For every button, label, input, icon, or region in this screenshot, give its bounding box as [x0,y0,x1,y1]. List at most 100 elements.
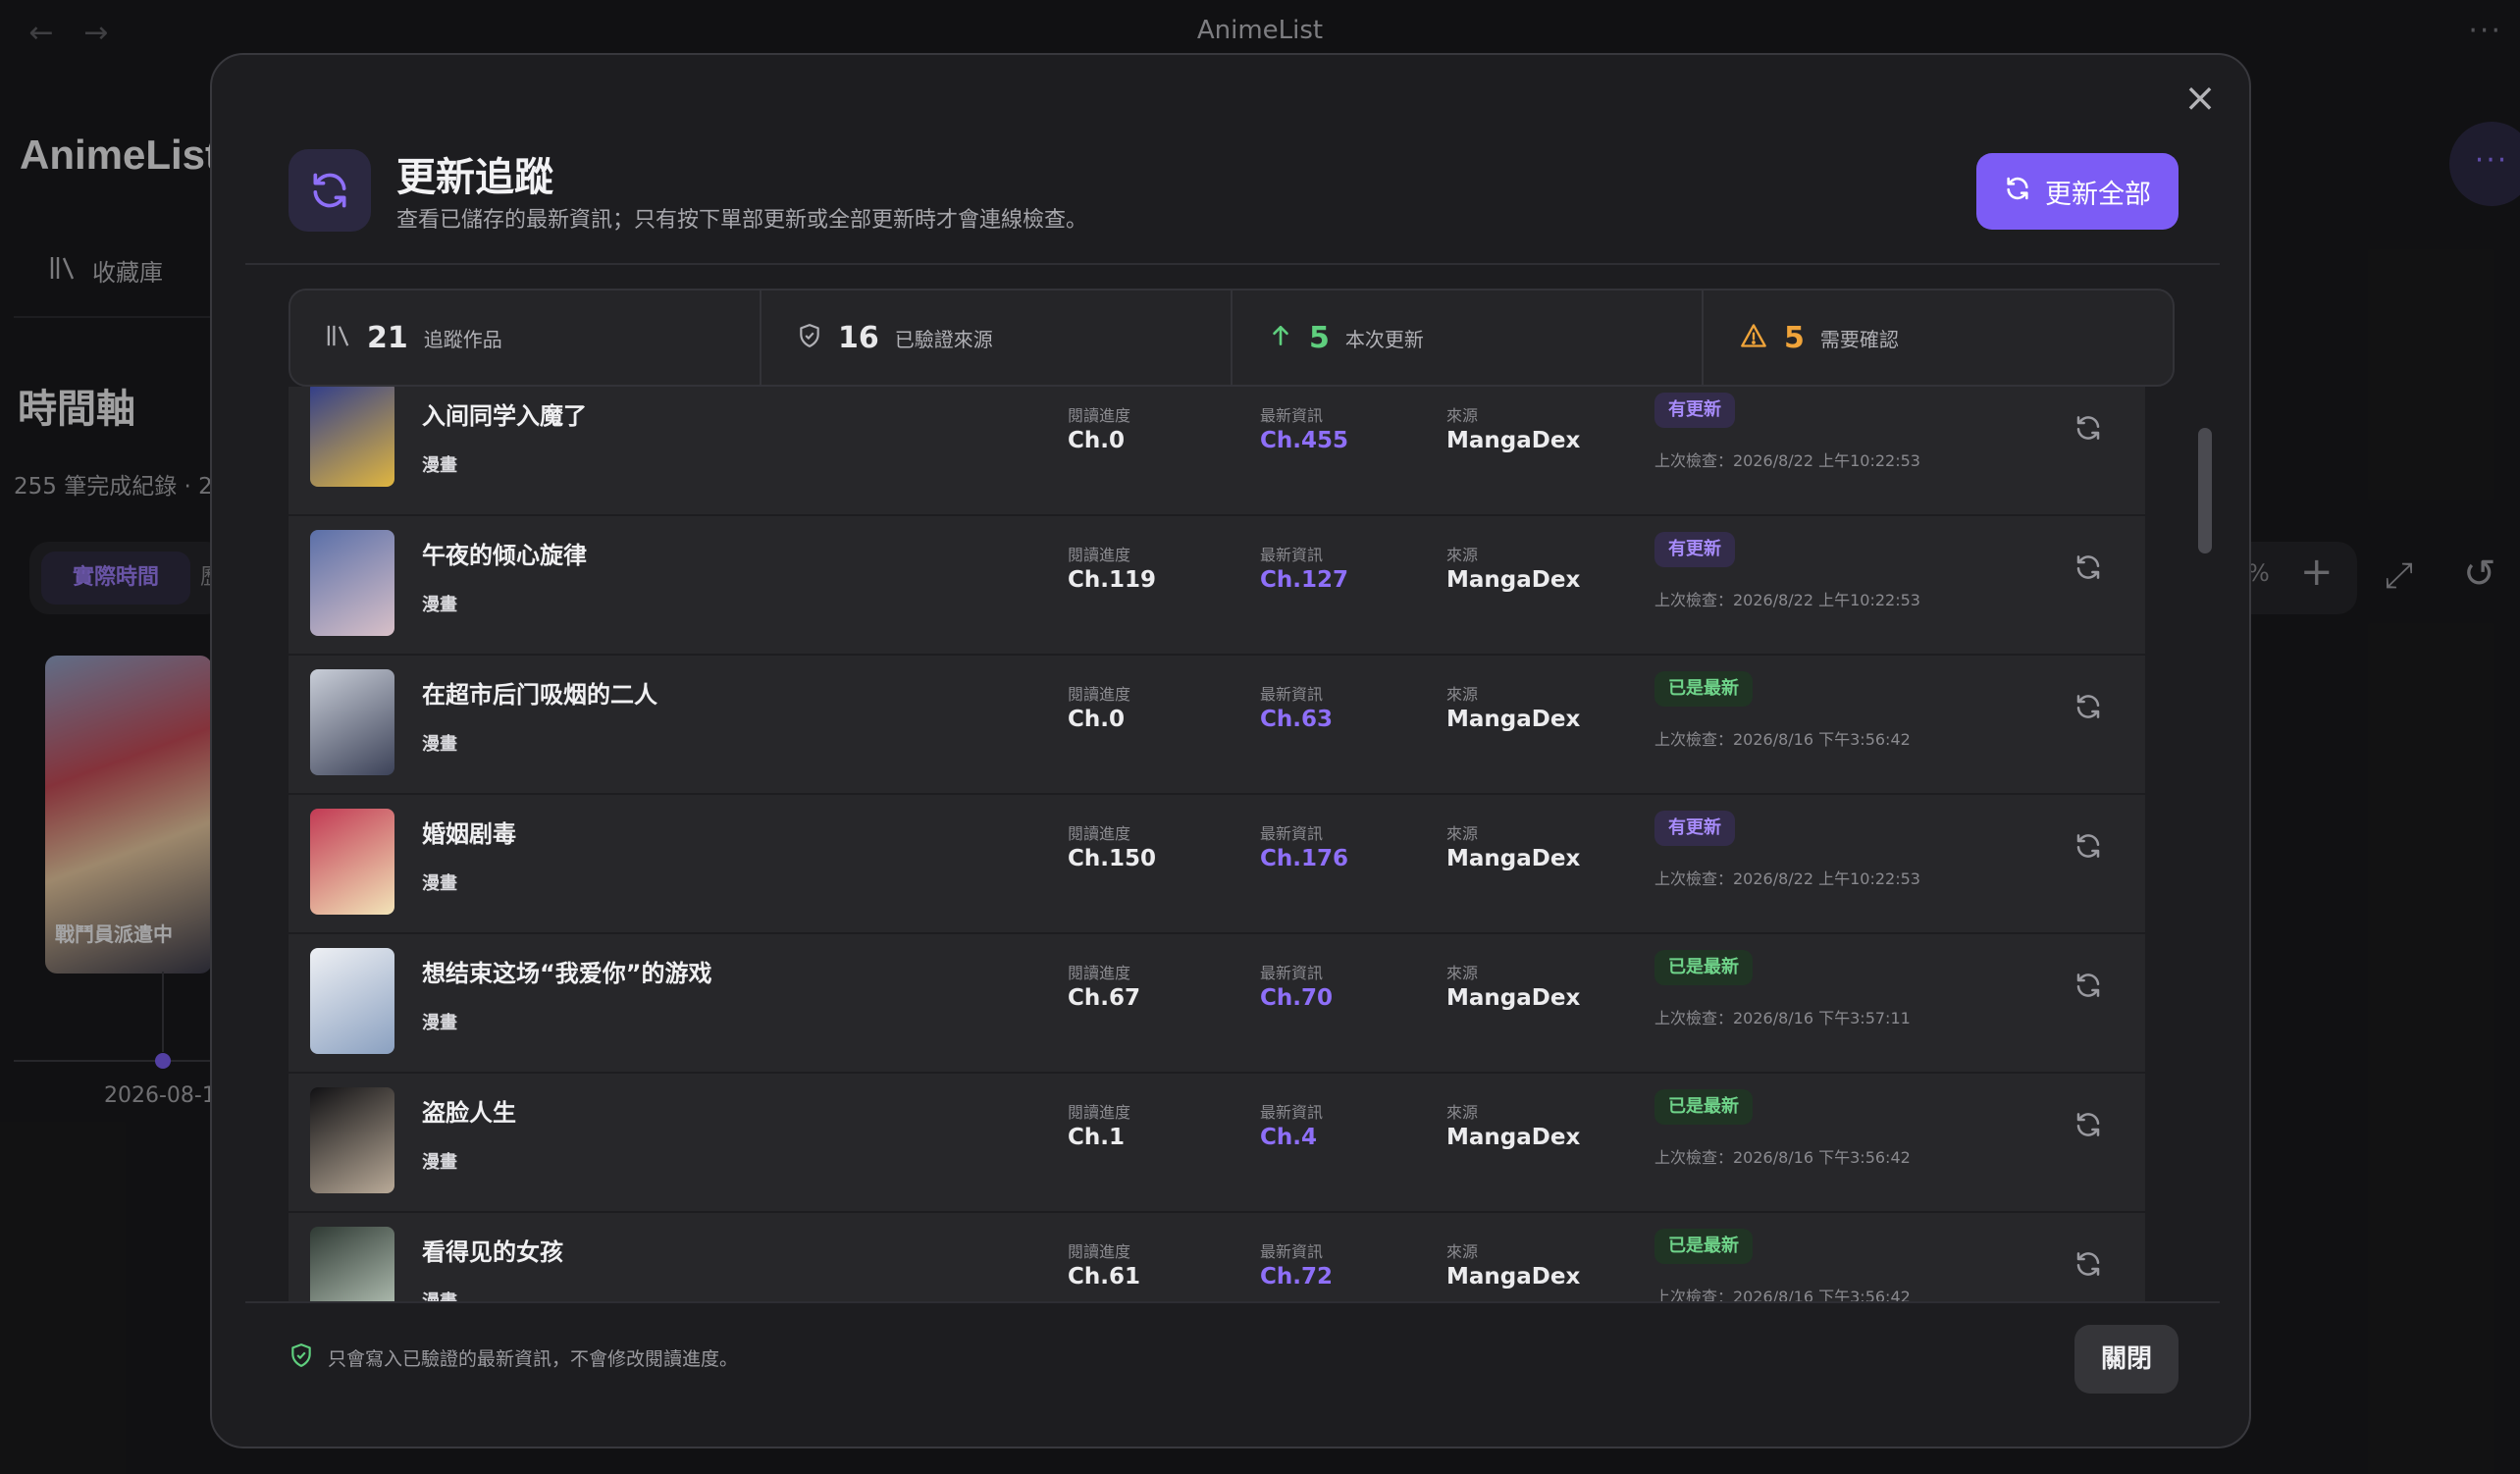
update-all-label: 更新全部 [2045,179,2151,210]
latest-label: 最新資訊 [1260,406,1324,425]
status-badge: 已是最新 [1654,950,1753,985]
library-icon [326,324,351,351]
item-type: 漫畫 [422,734,457,755]
item-type: 漫畫 [422,1013,457,1033]
latest-value: Ch.176 [1260,846,1349,871]
source-label: 來源 [1446,406,1479,425]
item-title: 午夜的倾心旋律 [422,542,587,569]
refresh-icon[interactable] [2069,548,2108,587]
cover-image [310,948,394,1054]
stat-needs-check: 5 需要確認 [1704,290,2173,385]
latest-value: Ch.72 [1260,1264,1333,1290]
source-label: 來源 [1446,1242,1479,1261]
dialog-subtitle: 查看已儲存的最新資訊；只有按下單部更新或全部更新時才會連線檢查。 [396,208,1088,233]
cover-image [310,1227,394,1301]
shield-check-icon [289,1342,314,1373]
progress-value: Ch.150 [1068,846,1157,871]
latest-value: Ch.4 [1260,1125,1317,1150]
stat-value: 21 [367,320,408,355]
source-label: 來源 [1446,824,1479,843]
table-row[interactable]: 婚姻剧毒 漫畫 閱讀進度 Ch.150 最新資訊 Ch.176 來源 MangaDex 有更新上… [289,795,2145,934]
tracking-list[interactable]: 入间同学入魔了 漫畫 閱讀進度 Ch.0 最新資訊 Ch.455 來源 MangaDex 有更新… [289,387,2149,1301]
latest-value: Ch.127 [1260,567,1349,593]
shield-icon [797,323,822,352]
cover-image [310,530,394,636]
stat-value: 16 [838,320,879,355]
table-row[interactable]: 看得见的女孩漫畫 閱讀進度 Ch.61 最新資訊 Ch.72 來源 MangaDex 已是最新… [289,1213,2145,1301]
table-row[interactable]: 想结束这场“我爱你”的游戏 漫畫 閱讀進度 Ch.67 最新資訊 Ch.70 來源 Manga… [289,934,2145,1074]
table-row[interactable]: 盗脸人生 漫畫 閱讀進度 Ch.1 最新資訊 Ch.4 來源 MangaDex 已是最新 上次檢查… [289,1074,2145,1213]
footer-divider [245,1301,2220,1303]
source-value: MangaDex [1446,1125,1581,1150]
refresh-icon [289,149,371,232]
latest-label: 最新資訊 [1260,1103,1324,1122]
close-icon[interactable]: × [2177,75,2224,122]
latest-label: 最新資訊 [1260,1242,1324,1261]
refresh-icon[interactable] [2069,966,2108,1005]
table-row[interactable]: 在超市后门吸烟的二人 漫畫 閱讀進度 Ch.0 最新資訊 Ch.63 來源 MangaDex 已… [289,656,2145,795]
item-type: 漫畫 [422,595,457,615]
progress-value: Ch.0 [1068,428,1125,453]
latest-label: 最新資訊 [1260,685,1324,704]
progress-label: 閱讀進度 [1068,406,1131,425]
cover-image [310,809,394,915]
cover-image [310,387,394,487]
last-checked: 上次檢查：2026/8/16 下午3:56:42 [1654,730,1911,749]
item-title: 婚姻剧毒 [422,820,516,848]
status-badge: 有更新 [1654,532,1735,567]
refresh-icon[interactable] [2069,1244,2108,1284]
source-value: MangaDex [1446,428,1581,453]
status-badge: 已是最新 [1654,1089,1753,1125]
stat-updated: 5 本次更新 [1233,290,1704,385]
latest-value: Ch.70 [1260,985,1333,1011]
latest-label: 最新資訊 [1260,546,1324,564]
last-checked: 上次檢查：2026/8/22 上午10:22:53 [1654,869,1920,888]
item-title: 想结束这场“我爱你”的游戏 [422,960,712,987]
last-checked: 上次檢查：2026/8/16 下午3:56:42 [1654,1288,1911,1301]
warning-icon [1739,322,1768,353]
source-label: 來源 [1446,685,1479,704]
stat-label: 需要確認 [1819,327,1899,351]
latest-label: 最新資訊 [1260,964,1324,982]
stat-value: 5 [1309,320,1330,355]
item-type: 漫畫 [422,1288,457,1301]
item-type: 漫畫 [422,873,457,894]
progress-value: Ch.61 [1068,1264,1140,1290]
refresh-icon[interactable] [2069,1105,2108,1144]
table-row[interactable]: 入间同学入魔了 漫畫 閱讀進度 Ch.0 最新資訊 Ch.455 來源 MangaDex 有更新… [289,387,2145,516]
refresh-icon[interactable] [2069,408,2108,447]
cover-image [310,669,394,775]
progress-label: 閱讀進度 [1068,685,1131,704]
stat-label: 本次更新 [1344,327,1424,351]
last-checked: 上次檢查：2026/8/16 下午3:57:11 [1654,1009,1911,1027]
last-checked: 上次檢查：2026/8/22 上午10:22:53 [1654,591,1920,609]
item-title: 看得见的女孩 [422,1238,563,1266]
progress-label: 閱讀進度 [1068,824,1131,843]
item-title: 入间同学入魔了 [422,402,587,430]
progress-label: 閱讀進度 [1068,546,1131,564]
progress-value: Ch.67 [1068,985,1140,1011]
progress-label: 閱讀進度 [1068,1242,1131,1261]
table-row[interactable]: 午夜的倾心旋律 漫畫 閱讀進度 Ch.119 最新資訊 Ch.127 來源 MangaDex 有… [289,516,2145,656]
status-badge: 已是最新 [1654,671,1753,707]
progress-label: 閱讀進度 [1068,964,1131,982]
latest-label: 最新資訊 [1260,824,1324,843]
source-label: 來源 [1446,546,1479,564]
latest-value: Ch.455 [1260,428,1349,453]
refresh-icon [2004,175,2031,209]
scrollbar[interactable] [2198,428,2212,553]
latest-value: Ch.63 [1260,707,1333,732]
refresh-icon[interactable] [2069,687,2108,726]
last-checked: 上次檢查：2026/8/22 上午10:22:53 [1654,451,1920,470]
progress-value: Ch.119 [1068,567,1157,593]
close-button[interactable]: 關閉 [2074,1325,2179,1394]
update-all-button[interactable]: 更新全部 [1976,153,2179,230]
dialog-title: 更新追蹤 [396,155,553,200]
footer-note: 只會寫入已驗證的最新資訊，不會修改閱讀進度。 [289,1342,738,1373]
stats-bar: 21 追蹤作品 16 已驗證來源 5 本次更新 5 需要確認 [289,289,2175,387]
stat-value: 5 [1784,320,1805,355]
update-tracking-dialog: × 更新追蹤 查看已儲存的最新資訊；只有按下單部更新或全部更新時才會連線檢查。 … [210,53,2251,1448]
refresh-icon[interactable] [2069,826,2108,866]
stat-label: 追蹤作品 [423,327,502,351]
stat-label: 已驗證來源 [894,327,993,351]
